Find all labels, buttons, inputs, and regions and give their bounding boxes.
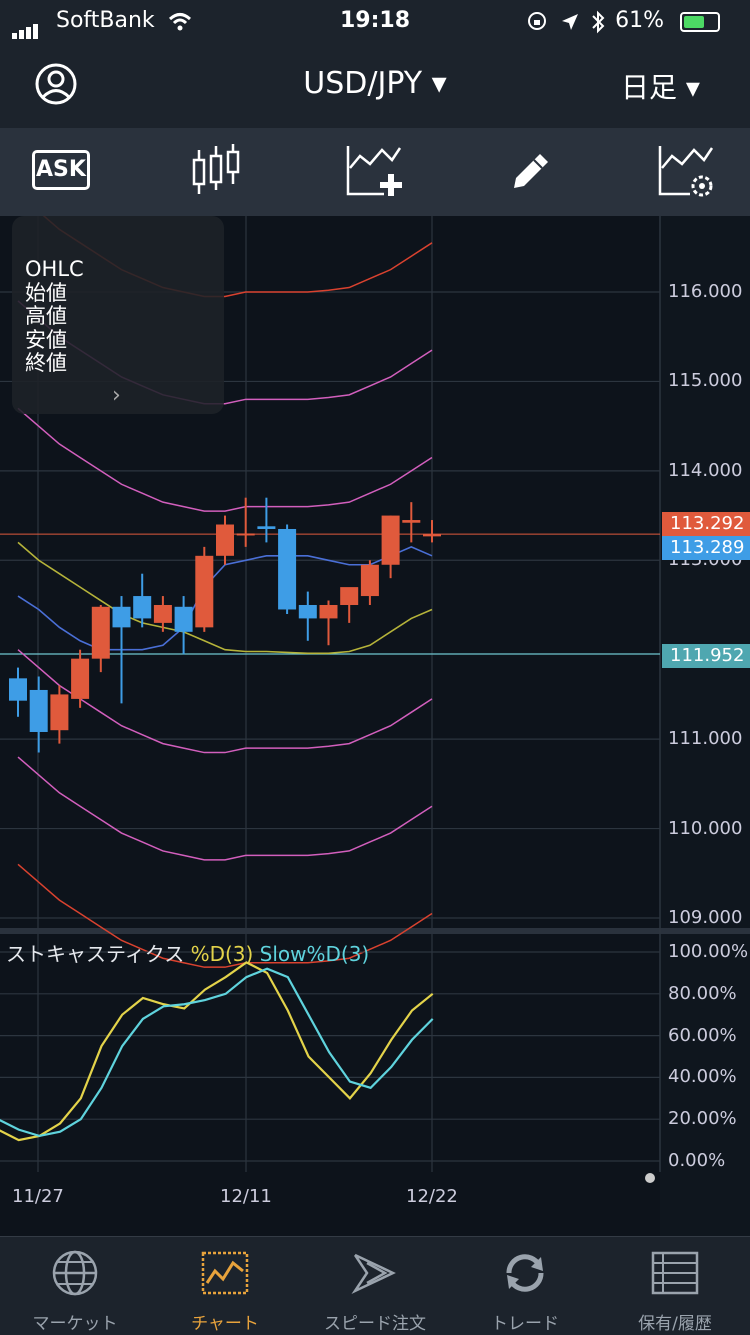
- oscillator-tick-label: 80.00%: [668, 982, 737, 1004]
- candle-body: [360, 564, 379, 597]
- oscillator-legend: ストキャスティクス %D(3) Slow%D(3): [6, 938, 369, 967]
- candle-body: [257, 526, 276, 529]
- candle-body: [71, 658, 90, 699]
- ohlc-low-label: 安値: [25, 327, 67, 352]
- oscillator-name: ストキャスティクス: [6, 942, 185, 966]
- oscillator-tick-label: 0.00%: [668, 1150, 726, 1171]
- candle-body: [319, 605, 338, 619]
- oscillator-tick-label: 100.00%: [668, 941, 749, 962]
- candle-body: [9, 678, 27, 701]
- timeframe-selector[interactable]: 日足 ▾: [621, 66, 700, 106]
- tab-trade[interactable]: トレード: [450, 1237, 600, 1335]
- candle-body: [195, 555, 214, 628]
- ohlc-title: OHLC: [25, 257, 84, 281]
- scroll-indicator: [645, 1173, 655, 1183]
- line-price-tag: 111.952: [662, 644, 750, 668]
- tab-chart-label: チャート: [191, 1314, 259, 1334]
- candle-body: [423, 534, 441, 537]
- battery-icon: [680, 12, 720, 32]
- tab-speed-order-label: スピード注文: [324, 1314, 426, 1334]
- bluetooth-icon: [592, 10, 605, 34]
- location-icon: [562, 14, 578, 30]
- price-tick-label: 115.000: [668, 370, 743, 392]
- candle-body: [402, 520, 421, 523]
- price-tick-label: 111.000: [668, 728, 743, 750]
- candle-body: [112, 606, 131, 628]
- candle-body: [236, 533, 255, 536]
- candle-body: [381, 515, 400, 565]
- tab-holdings-history-label: 保有/履歴: [638, 1314, 712, 1334]
- candle-body: [174, 606, 193, 632]
- ohlc-high-label: 高値: [25, 304, 67, 328]
- pd-legend: %D(3): [190, 942, 254, 966]
- date-tick-label: 11/27: [12, 1186, 64, 1207]
- tab-trade-label: トレード: [491, 1314, 559, 1334]
- price-tick-label: 110.000: [668, 817, 743, 839]
- chart-toolbar: ASK: [0, 128, 750, 216]
- oscillator-tick-label: 40.00%: [668, 1066, 737, 1088]
- chart-icon: [201, 1251, 249, 1295]
- ohlc-close-label: 終値: [25, 351, 67, 375]
- tab-market[interactable]: マーケット: [0, 1237, 150, 1335]
- candle-body: [278, 528, 297, 610]
- draw-pencil-icon[interactable]: [508, 148, 554, 194]
- add-indicator-icon[interactable]: [344, 144, 404, 200]
- tab-chart[interactable]: チャート: [150, 1237, 300, 1335]
- price-tick-label: 114.000: [668, 459, 743, 481]
- expand-chevron-icon[interactable]: ›: [112, 384, 121, 408]
- orientation-lock-icon: [528, 12, 546, 30]
- refresh-icon: [506, 1254, 544, 1292]
- list-icon: [651, 1251, 699, 1295]
- price-tick-label: 109.000: [668, 907, 743, 928]
- globe-icon: [52, 1250, 98, 1296]
- candle-body: [50, 694, 69, 731]
- ask-bid-toggle-button[interactable]: ASK: [32, 150, 90, 190]
- candle-body: [216, 524, 234, 556]
- date-tick-label: 12/11: [220, 1186, 272, 1207]
- battery-percent: 61%: [615, 8, 664, 33]
- tab-holdings-history[interactable]: 保有/履歴: [600, 1237, 750, 1335]
- panel-divider: [0, 928, 750, 934]
- candle-body: [133, 596, 152, 619]
- tab-speed-order[interactable]: スピード注文: [300, 1237, 450, 1335]
- oscillator-tick-label: 20.00%: [668, 1108, 737, 1130]
- candle-body: [298, 605, 317, 619]
- bid-price-tag: 113.289: [662, 536, 750, 560]
- candle-body: [340, 587, 359, 605]
- candlestick-type-icon[interactable]: [190, 144, 242, 200]
- tab-market-label: マーケット: [32, 1314, 118, 1334]
- oscillator-tick-label: 60.00%: [668, 1024, 737, 1046]
- slow-pd-legend: Slow%D(3): [259, 942, 370, 966]
- ohlc-open-label: 始値: [25, 280, 67, 305]
- ohlc-info-panel[interactable]: OHLC 始値 高値 安値 終値 ›: [12, 216, 224, 414]
- date-tick-label: 12/22: [406, 1186, 458, 1207]
- candle-body: [153, 605, 172, 623]
- candle-body: [91, 606, 110, 659]
- price-tick-label: 116.000: [668, 281, 743, 302]
- tab-bar: マーケット チャート スピード注文 トレード 保有/履歴: [0, 1236, 750, 1335]
- status-bar: SoftBank 19:18 61%: [0, 0, 750, 44]
- app-header: USD/JPY ▾ 日足 ▾: [0, 44, 750, 128]
- ask-price-tag: 113.292: [662, 512, 750, 536]
- speed-icon: [351, 1253, 396, 1295]
- candle-body: [29, 689, 48, 732]
- chart-settings-icon[interactable]: [656, 144, 716, 200]
